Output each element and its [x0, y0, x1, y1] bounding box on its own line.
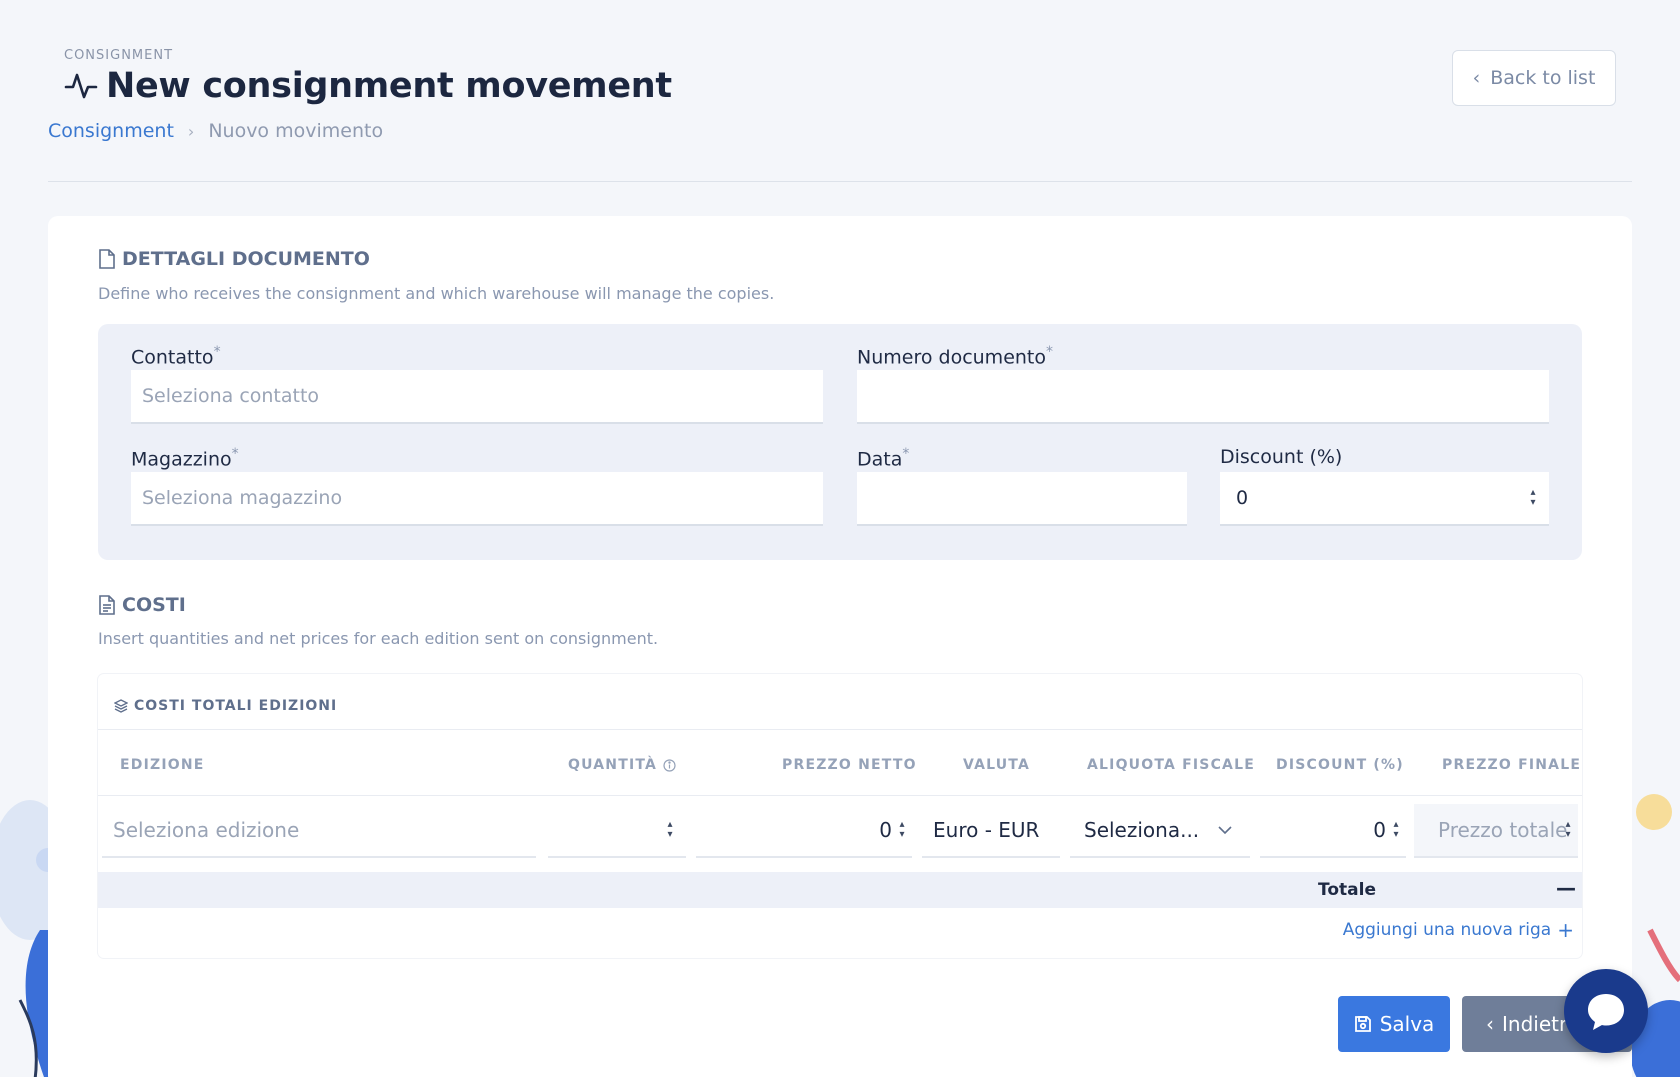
column-header-quantita: QUANTITÀ	[568, 757, 676, 773]
title-row: New consignment movement	[64, 66, 672, 106]
quantita-input[interactable]: ▴ ▾	[548, 804, 686, 858]
column-header-valuta: VALUTA	[963, 757, 1031, 773]
page-header: CONSIGNMENT New consignment movement Con…	[48, 44, 1632, 182]
data-input[interactable]	[857, 472, 1187, 526]
page-title: New consignment movement	[106, 66, 672, 106]
chevron-down-icon	[1218, 825, 1232, 834]
details-description: Define who receives the consignment and …	[98, 284, 775, 303]
discount-input[interactable]: 0 ▴ ▾	[1220, 472, 1549, 526]
breadcrumb-current: Nuovo movimento	[208, 120, 384, 142]
table-title: COSTI TOTALI EDIZIONI	[114, 698, 337, 714]
layers-icon	[114, 699, 128, 713]
contatto-select[interactable]: Seleziona contatto	[131, 370, 823, 424]
contatto-label: Contatto*	[131, 344, 221, 369]
table-title-text: COSTI TOTALI EDIZIONI	[134, 698, 338, 714]
form-card: DETTAGLI DOCUMENTO Define who receives t…	[48, 216, 1632, 1077]
column-header-aliquota: ALIQUOTA FISCALE	[1087, 757, 1255, 773]
activity-icon	[64, 73, 98, 99]
numero-documento-label: Numero documento*	[857, 344, 1053, 369]
stepper-icon[interactable]: ▴ ▾	[896, 820, 908, 842]
chevron-right-icon: ›	[187, 121, 195, 141]
data-label: Data*	[857, 446, 910, 471]
prezzo-netto-input[interactable]: 0 ▴ ▾	[696, 804, 912, 858]
divider	[98, 729, 1582, 730]
contatto-placeholder: Seleziona contatto	[142, 385, 320, 407]
row-discount-input[interactable]: 0 ▴ ▾	[1260, 804, 1406, 858]
stepper-icon: ▴ ▾	[1565, 819, 1571, 840]
chat-icon	[1588, 994, 1624, 1030]
divider	[98, 795, 1582, 796]
stepper-icon[interactable]: ▴ ▾	[1527, 488, 1539, 510]
magazzino-placeholder: Seleziona magazzino	[142, 487, 343, 509]
aliquota-select[interactable]: Seleziona...	[1070, 804, 1250, 858]
prezzo-finale-input: Prezzo totale ▴ ▾	[1414, 804, 1578, 858]
add-row-label: Aggiungi una nuova riga	[1342, 920, 1552, 940]
save-button[interactable]: Salva	[1338, 996, 1450, 1052]
save-label: Salva	[1379, 1012, 1435, 1036]
stepper-icon[interactable]: ▴ ▾	[664, 820, 676, 842]
costs-title-text: COSTI	[122, 594, 186, 616]
file-icon	[99, 249, 115, 269]
info-icon[interactable]	[663, 758, 676, 772]
discount-label: Discount (%)	[1220, 446, 1343, 468]
costs-description: Insert quantities and net prices for eac…	[98, 629, 659, 648]
back-to-list-label: Back to list	[1490, 67, 1596, 89]
chat-launcher-button[interactable]	[1564, 969, 1648, 1053]
chevron-left-icon: ‹	[1486, 1012, 1494, 1036]
total-value: —	[1556, 876, 1576, 900]
details-section-title: DETTAGLI DOCUMENTO	[98, 248, 370, 270]
editions-cost-table: COSTI TOTALI EDIZIONI EDIZIONE QUANTITÀ …	[98, 674, 1582, 958]
file-text-icon	[99, 595, 115, 615]
numero-documento-input[interactable]	[857, 370, 1549, 424]
total-row: Totale —	[98, 872, 1582, 908]
valuta-value: Euro - EUR	[922, 804, 1060, 858]
column-header-prezzo-netto: PREZZO NETTO	[782, 757, 917, 773]
edizione-select[interactable]: Seleziona edizione	[102, 804, 536, 858]
page-eyebrow: CONSIGNMENT	[64, 48, 174, 63]
breadcrumb-link-consignment[interactable]: Consignment	[48, 120, 174, 142]
back-to-list-button[interactable]: ‹ Back to list	[1452, 50, 1616, 106]
column-header-edizione: EDIZIONE	[120, 757, 205, 773]
chevron-left-icon: ‹	[1472, 67, 1481, 89]
document-details-panel: Contatto* Seleziona contatto Numero docu…	[98, 324, 1582, 560]
magazzino-select[interactable]: Seleziona magazzino	[131, 472, 823, 526]
save-icon	[1354, 1016, 1371, 1032]
costs-section-title: COSTI	[98, 594, 186, 616]
details-title-text: DETTAGLI DOCUMENTO	[122, 248, 370, 270]
magazzino-label: Magazzino*	[131, 446, 239, 471]
total-label: Totale	[1318, 880, 1376, 900]
column-header-prezzo-finale: PREZZO FINALE	[1442, 757, 1582, 773]
plus-icon: +	[1557, 918, 1574, 942]
column-header-discount: DISCOUNT (%)	[1276, 757, 1404, 773]
breadcrumb: Consignment › Nuovo movimento	[48, 120, 383, 142]
stepper-icon[interactable]: ▴ ▾	[1390, 820, 1402, 842]
add-row-button[interactable]: Aggiungi una nuova riga +	[1343, 918, 1574, 942]
